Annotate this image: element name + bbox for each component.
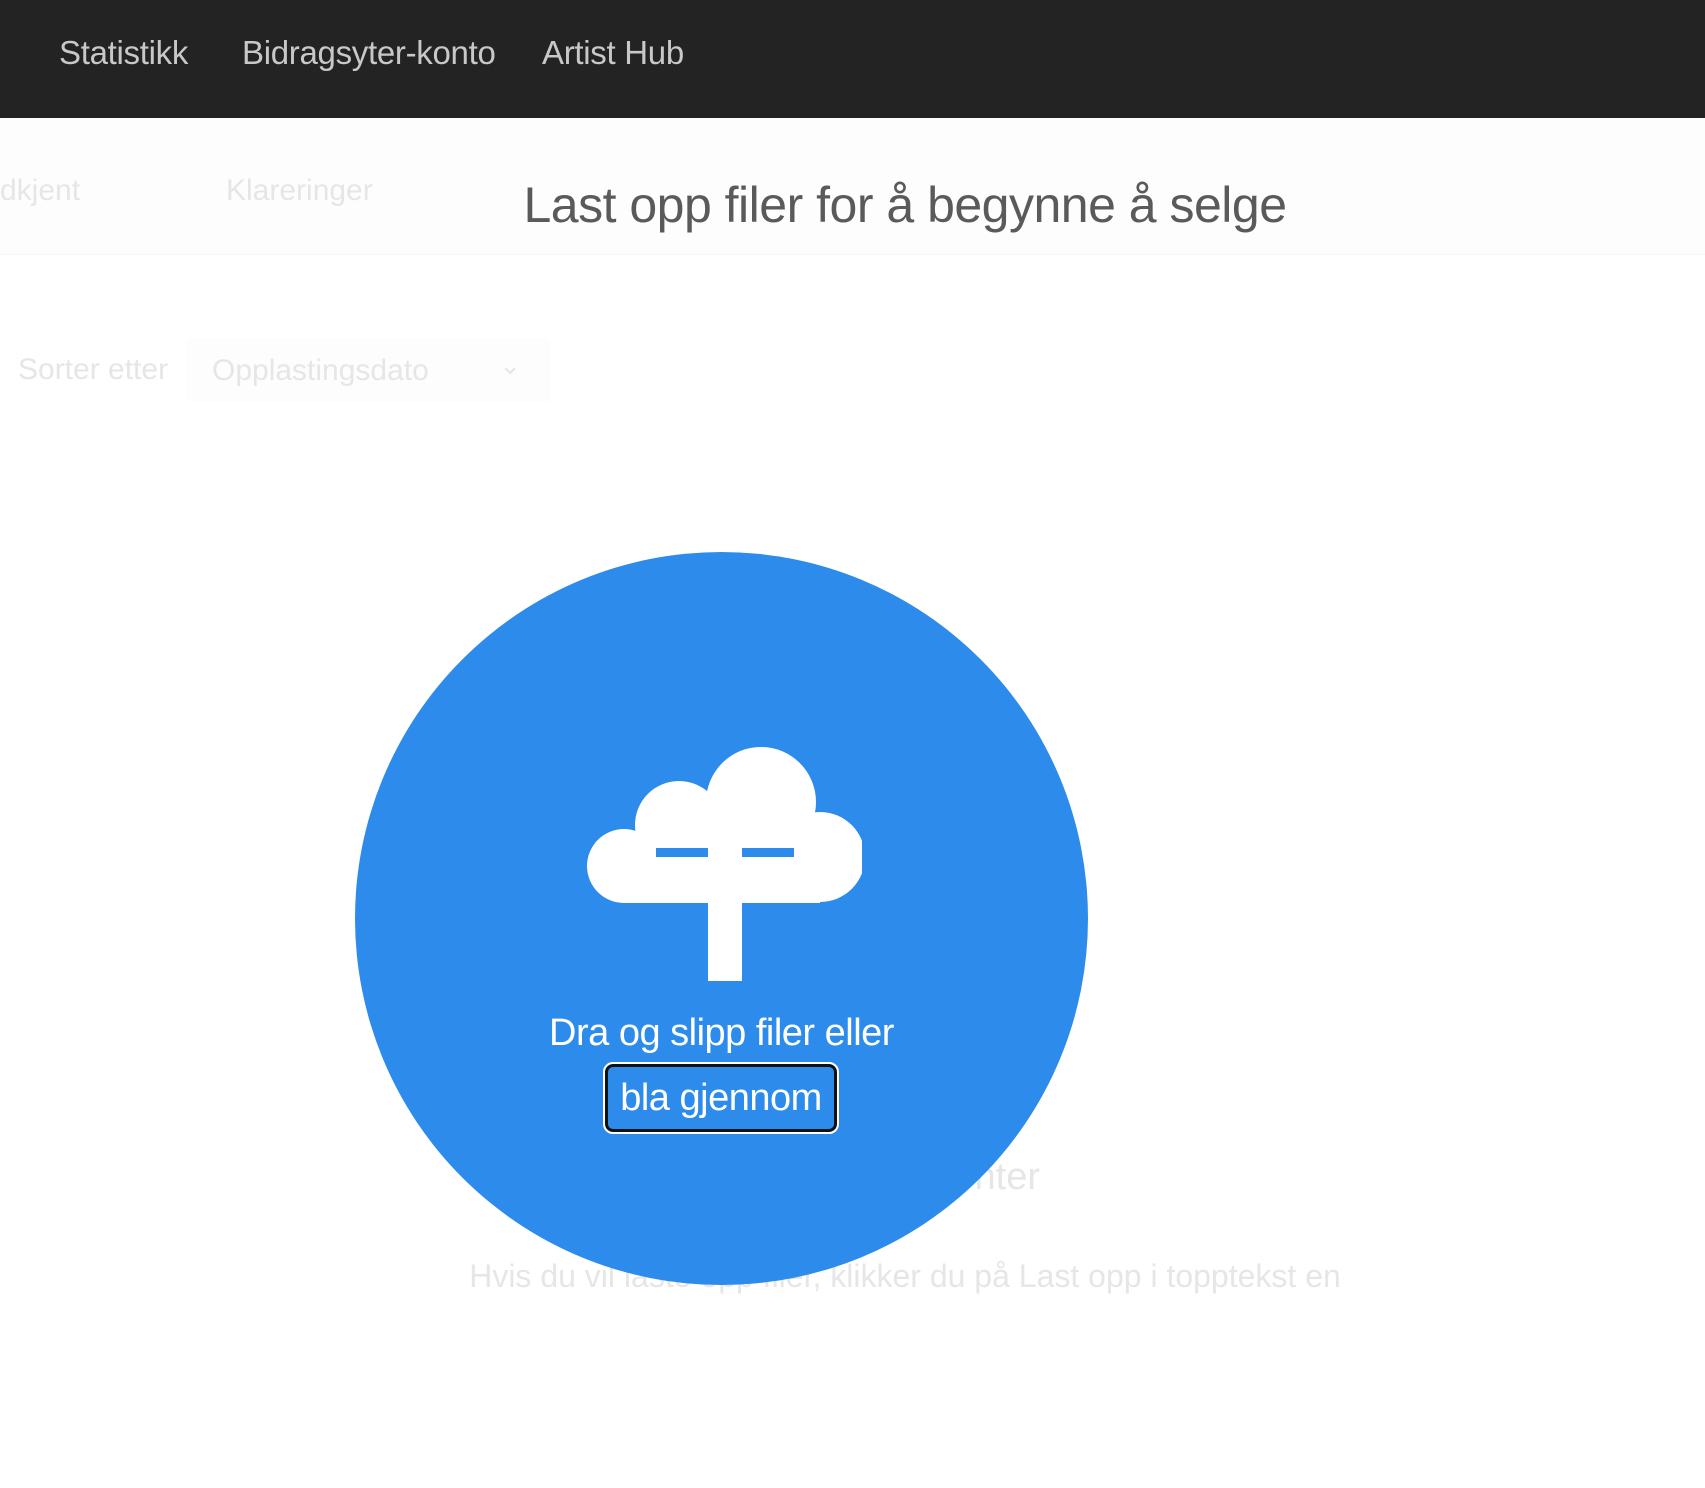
sort-label: Sorter etter: [18, 353, 169, 386]
nav-link-bidragsyter-konto[interactable]: Bidragsyter-konto: [242, 34, 496, 72]
chevron-down-icon: ⌄: [499, 350, 521, 380]
sort-select-value: Opplastingsdato: [212, 354, 429, 387]
upload-page: Statistikk Bidragsyter-konto Artist Hub …: [0, 0, 1705, 1488]
empty-state-hint: Hvis du vil laste opp filer, klikker du …: [469, 1258, 1341, 1294]
cloud-upload-icon: [587, 747, 862, 981]
sort-select: Opplastingsdato ⌄: [186, 338, 551, 402]
file-drop-zone[interactable]: Dra og slipp filer eller bla gjennom: [355, 552, 1088, 1285]
nav-link-statistikk[interactable]: Statistikk: [59, 34, 188, 72]
drop-instructions: Dra og slipp filer eller: [549, 1012, 894, 1054]
top-navigation-bar: Statistikk Bidragsyter-konto Artist Hub: [0, 0, 1705, 118]
nav-link-artist-hub[interactable]: Artist Hub: [542, 34, 684, 72]
upload-dialog-title: Last opp filer for å begynne å selge: [523, 177, 1287, 233]
browse-button[interactable]: bla gjennom: [603, 1062, 839, 1134]
